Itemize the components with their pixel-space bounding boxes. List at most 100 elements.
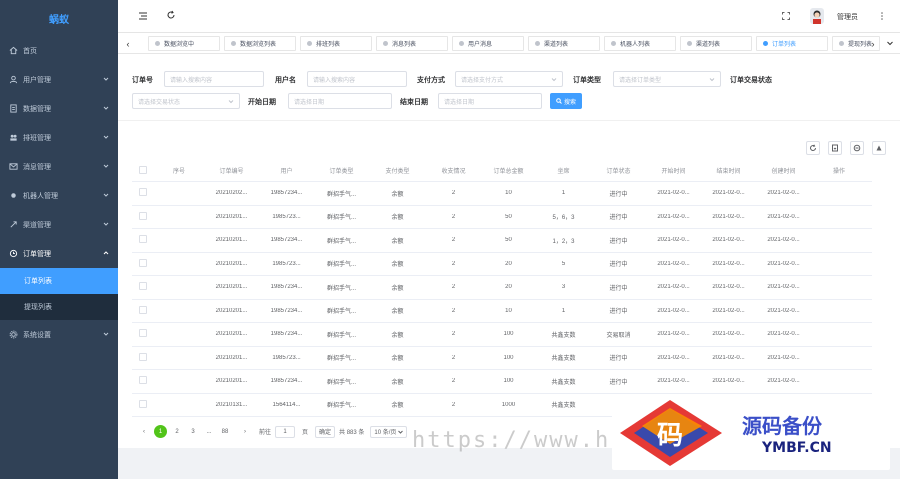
table-cell: 100	[503, 331, 514, 338]
table-cell: 共鑫支数	[551, 403, 576, 410]
search-button[interactable]: 搜索	[550, 93, 582, 109]
table-row[interactable]: 20210201... 1985723... 群招手气... 余额 2 100 共鑫支数 进行…	[132, 347, 872, 370]
prev-page-icon[interactable]: ‹	[138, 426, 150, 438]
row-checkbox[interactable]	[139, 329, 147, 338]
tag-item[interactable]: 机器人列表	[604, 36, 676, 51]
table-cell: 2021-02-0...	[712, 378, 745, 385]
table-cell: 100	[503, 378, 514, 385]
page-number[interactable]: 2	[171, 426, 183, 438]
goto-input[interactable]: 1	[275, 425, 296, 438]
next-page-icon[interactable]: ›	[239, 426, 251, 438]
start-date-input[interactable]: 请选择日期	[288, 93, 392, 109]
table-cell: 20210201...	[215, 213, 248, 220]
tag-item[interactable]: 数据浏览列表	[224, 36, 296, 51]
tag-item[interactable]: 渠道列表	[680, 36, 752, 51]
table-cell: 余额	[391, 191, 404, 198]
row-checkbox[interactable]	[139, 188, 147, 197]
page-size-select[interactable]: 10 条/页	[370, 425, 408, 438]
scroll-left-icon[interactable]: ‹	[123, 38, 133, 49]
row-checkbox[interactable]	[139, 235, 147, 244]
home-icon	[8, 46, 18, 56]
row-select-cell	[132, 188, 154, 198]
tag-item-active[interactable]: 订单列表	[756, 36, 828, 51]
row-checkbox[interactable]	[139, 399, 147, 408]
table-cell: 共鑫支数	[551, 332, 576, 339]
scroll-right-icon[interactable]: ›	[868, 38, 878, 49]
total-count: 共 883 条	[339, 430, 365, 436]
sidebar-item-channels[interactable]: 渠道管理	[0, 210, 118, 239]
sidebar-item-label: 订单管理	[23, 250, 51, 258]
tag-item[interactable]: 用户消息	[452, 36, 524, 51]
column-header: 用户	[280, 169, 293, 175]
table-cell: 2021-02-0...	[712, 284, 745, 291]
table-row[interactable]: 20210202... 19857234... 群招手气... 余额 2 10 1 进行中 20…	[132, 182, 872, 206]
tag-dot	[383, 41, 388, 46]
sidebar-item-robots[interactable]: 机器人管理	[0, 181, 118, 210]
order-no-input[interactable]: 请输入搜索内容	[164, 71, 264, 87]
page-number-active[interactable]: 1	[154, 425, 167, 438]
sidebar-item-users[interactable]: 用户管理	[0, 65, 118, 94]
row-checkbox[interactable]	[139, 376, 147, 385]
row-checkbox[interactable]	[139, 211, 147, 220]
sidebar-item-home[interactable]: 首页	[0, 36, 118, 65]
more-vertical-icon[interactable]	[880, 11, 884, 21]
table-cell: 进行中	[609, 191, 628, 198]
username[interactable]: 管理员	[837, 12, 858, 22]
sidebar-item-schedule[interactable]: 排班管理	[0, 123, 118, 152]
refresh-icon[interactable]	[166, 10, 176, 20]
table-toolbar	[798, 141, 886, 155]
tag-item[interactable]: 数据浏览中	[148, 36, 220, 51]
columns-icon	[876, 145, 882, 151]
sidebar-subitem-withdraw-list[interactable]: 提现列表	[0, 294, 118, 320]
sidebar-item-label: 渠道管理	[23, 221, 51, 229]
table-cell: 50	[505, 213, 512, 220]
tag-item[interactable]: 消息列表	[376, 36, 448, 51]
table-cell: 2021-02-0...	[767, 307, 800, 314]
tag-item[interactable]: 渠道列表	[528, 36, 600, 51]
sidebar-item-messages[interactable]: 消息管理	[0, 152, 118, 181]
table-row[interactable]: 20210201... 19857234... 群招手气... 余额 2 100 共鑫支数 进…	[132, 370, 872, 394]
table-cell: 2	[451, 190, 456, 197]
goto-confirm-button[interactable]: 确定	[315, 425, 336, 438]
page-number[interactable]: 88	[219, 426, 231, 438]
table-row[interactable]: 20210201... 19857234... 群招手气... 余额 2 50 1，2，3 进…	[132, 229, 872, 253]
row-checkbox[interactable]	[139, 352, 147, 361]
end-date-input[interactable]: 请选择日期	[438, 93, 542, 109]
table-row[interactable]: 20210201... 1985723... 群招手气... 余额 2 50 5，6，3 进行…	[132, 206, 872, 229]
hamburger-icon[interactable]	[138, 11, 148, 21]
row-checkbox[interactable]	[139, 305, 147, 314]
columns-button[interactable]	[872, 141, 886, 155]
table-row[interactable]: 20210201... 19857234... 群招手气... 余额 2 20 3 进行中 20…	[132, 276, 872, 300]
sidebar-subitem-order-list[interactable]: 订单列表	[0, 268, 118, 294]
row-checkbox[interactable]	[139, 282, 147, 291]
refresh-table-button[interactable]	[806, 141, 820, 155]
table-row[interactable]: 20210201... 1985723... 群招手气... 余额 2 20 5 进行中 202…	[132, 253, 872, 276]
order-type-select[interactable]: 请选择订单类型	[613, 71, 721, 87]
row-select-cell	[132, 305, 154, 316]
table-row[interactable]: 20210201... 19857234... 群招手气... 余额 2 10 1 进行中 20…	[132, 300, 872, 323]
pay-method-select[interactable]: 请选择支付方式	[455, 71, 563, 87]
row-checkbox[interactable]	[139, 258, 147, 267]
print-button[interactable]	[850, 141, 864, 155]
table-cell: 余额	[391, 309, 404, 316]
row-select-cell	[132, 211, 154, 222]
sidebar-item-data[interactable]: 数据管理	[0, 94, 118, 123]
sidebar-item-settings[interactable]: 系统设置	[0, 320, 118, 349]
tag-item[interactable]: 排班列表	[300, 36, 372, 51]
column-header: 订单总金额	[493, 169, 524, 175]
table-cell: 群招手气...	[326, 285, 356, 292]
fullscreen-icon[interactable]	[782, 12, 790, 20]
table-cell: 1，2，3	[552, 238, 575, 245]
table-row[interactable]: 20210201... 19857234... 群招手气... 余额 2 100 共鑫支数 交…	[132, 323, 872, 347]
export-button[interactable]	[828, 141, 842, 155]
page-number[interactable]: 3	[187, 426, 199, 438]
user-icon	[8, 75, 18, 85]
chevron-down-icon[interactable]	[886, 39, 894, 47]
sidebar-item-orders[interactable]: 订单管理	[0, 239, 118, 268]
select-all-checkbox[interactable]	[139, 165, 147, 174]
avatar[interactable]	[810, 8, 824, 24]
trade-status-select[interactable]: 请选择交易状态	[132, 93, 240, 109]
page-ellipsis[interactable]: ...	[203, 426, 215, 438]
user-input[interactable]: 请输入搜索内容	[307, 71, 407, 87]
refresh-icon	[810, 144, 816, 151]
